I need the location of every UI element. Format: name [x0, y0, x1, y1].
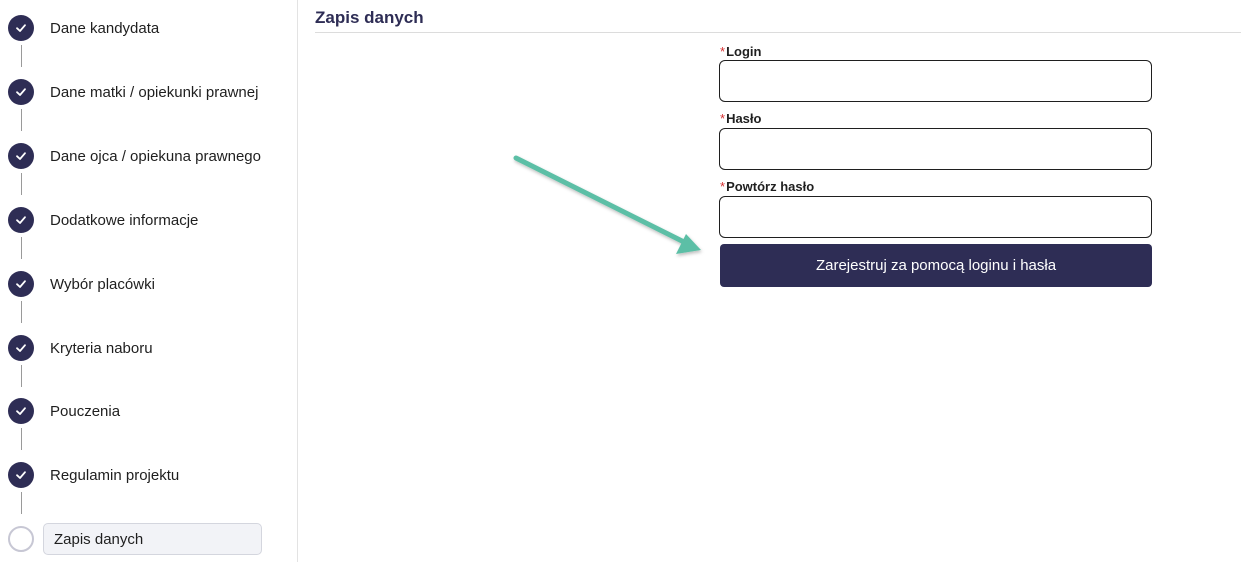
required-marker: * [720, 44, 726, 59]
step-label: Dane matki / opiekunki prawnej [50, 83, 259, 101]
step-connector [21, 173, 22, 195]
check-circle-icon [8, 79, 34, 105]
step-connector [21, 365, 22, 387]
step-connector [21, 301, 22, 323]
step-pouczenia[interactable]: Pouczenia [8, 397, 120, 425]
empty-circle-icon [8, 526, 34, 552]
check-circle-icon [8, 271, 34, 297]
step-label: Dane kandydata [50, 19, 160, 37]
step-kryteria-naboru[interactable]: Kryteria naboru [8, 334, 153, 362]
password-label-text: Hasło [726, 111, 762, 126]
check-circle-icon [8, 462, 34, 488]
check-circle-icon [8, 15, 34, 41]
step-connector [21, 492, 22, 514]
password-label: *Hasło [720, 111, 761, 126]
step-dodatkowe-informacje[interactable]: Dodatkowe informacje [8, 206, 198, 234]
password-repeat-input[interactable] [719, 196, 1152, 238]
step-zapis-danych[interactable]: Zapis danych [8, 523, 262, 555]
check-circle-icon [8, 335, 34, 361]
step-dane-matki[interactable]: Dane matki / opiekunki prawnej [8, 78, 258, 106]
step-label: Zapis danych [43, 523, 262, 555]
step-label: Dodatkowe informacje [50, 211, 199, 229]
password-repeat-label: *Powtórz hasło [720, 179, 814, 194]
check-circle-icon [8, 207, 34, 233]
login-label: *Login [720, 44, 761, 59]
step-label: Pouczenia [50, 402, 121, 420]
step-connector [21, 237, 22, 259]
step-wybor-placowki[interactable]: Wybór placówki [8, 270, 155, 298]
step-dane-ojca[interactable]: Dane ojca / opiekuna prawnego [8, 142, 261, 170]
step-label: Regulamin projektu [50, 466, 180, 484]
step-connector [21, 45, 22, 67]
step-connector [21, 428, 22, 450]
page-title: Zapis danych [315, 8, 424, 27]
step-dane-kandydata[interactable]: Dane kandydata [8, 14, 159, 42]
required-marker: * [720, 179, 726, 194]
step-label: Wybór placówki [50, 275, 155, 293]
step-regulamin-projektu[interactable]: Regulamin projektu [8, 461, 179, 489]
annotation-arrow-icon [513, 155, 701, 254]
check-circle-icon [8, 398, 34, 424]
password-input[interactable] [719, 128, 1152, 170]
step-label: Kryteria naboru [50, 339, 153, 357]
stepper-sidebar: Dane kandydata Dane matki / opiekunki pr… [0, 0, 298, 562]
password-repeat-label-text: Powtórz hasło [726, 179, 815, 194]
check-circle-icon [8, 143, 34, 169]
step-connector [21, 109, 22, 131]
login-input[interactable] [719, 60, 1152, 102]
registration-page: Dane kandydata Dane matki / opiekunki pr… [0, 0, 1241, 562]
step-label: Dane ojca / opiekuna prawnego [50, 147, 261, 165]
register-with-login-button[interactable]: Zarejestruj za pomocą loginu i hasła [720, 244, 1152, 287]
required-marker: * [720, 111, 726, 126]
login-label-text: Login [726, 44, 762, 59]
title-divider [315, 32, 1241, 33]
